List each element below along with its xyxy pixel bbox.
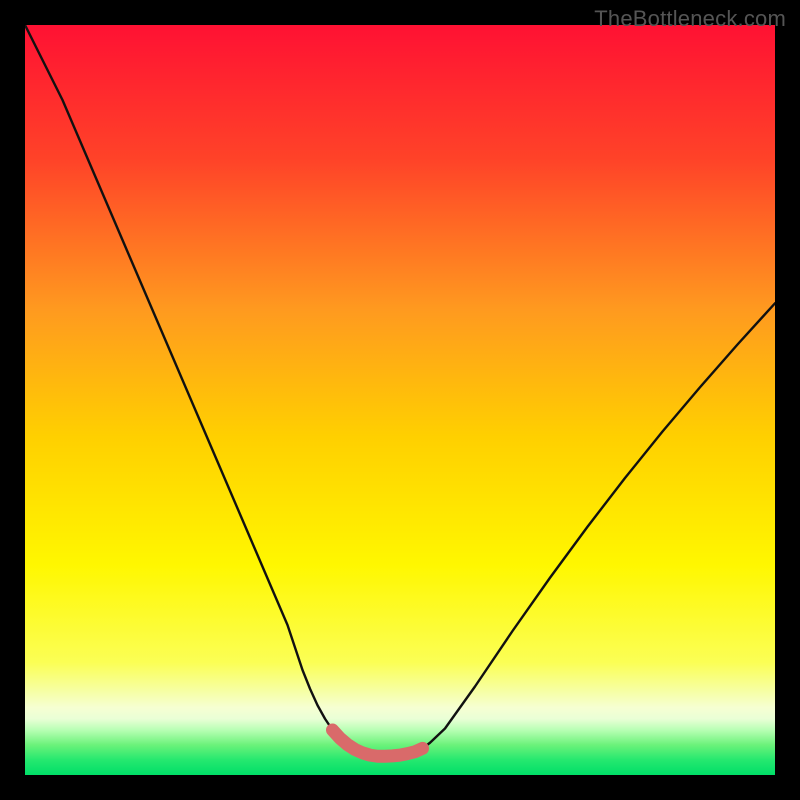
chart-frame: TheBottleneck.com bbox=[0, 0, 800, 800]
bottleneck-chart bbox=[25, 25, 775, 775]
gradient-background bbox=[25, 25, 775, 775]
watermark-text: TheBottleneck.com bbox=[594, 6, 786, 32]
